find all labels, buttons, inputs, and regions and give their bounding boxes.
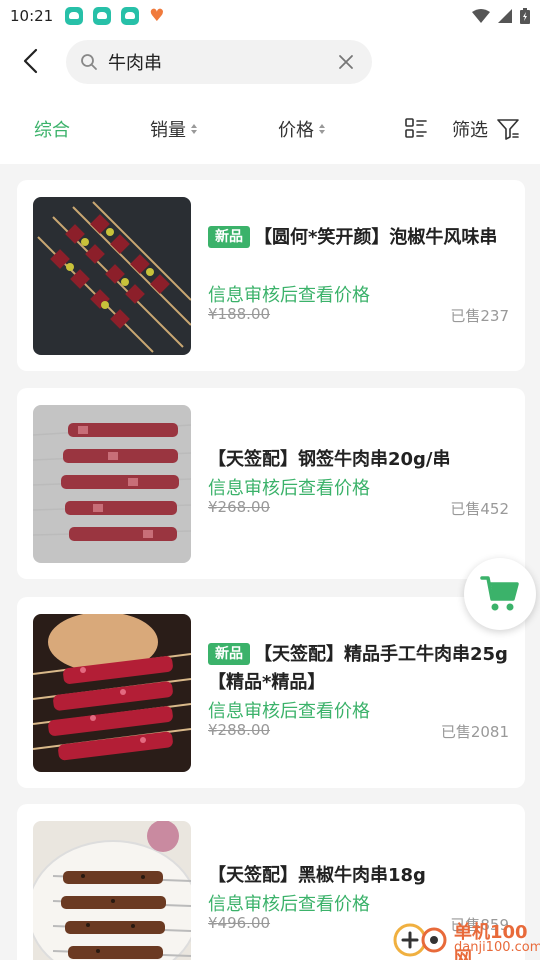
original-price: ¥268.00 — [208, 498, 271, 516]
filter-label: 筛选 — [452, 120, 488, 141]
signal-icon — [498, 9, 512, 23]
heart-icon: ♥ — [149, 6, 165, 26]
status-indicators — [472, 8, 530, 24]
cart-icon — [480, 576, 519, 611]
filter-bar: 综合 销量 价格 筛选 — [0, 94, 540, 164]
filter-button[interactable]: 筛选 — [452, 116, 520, 142]
app-icon — [65, 7, 84, 25]
list-layout-icon — [405, 118, 427, 138]
watermark-url: danji100.com — [454, 940, 540, 955]
wifi-icon — [472, 9, 490, 23]
watermark: 单机100网 danji100.com — [392, 914, 540, 960]
status-bar: 10:21 ♥ — [0, 0, 540, 32]
product-image — [33, 821, 191, 960]
new-badge: 新品 — [208, 643, 250, 665]
original-price: ¥288.00 — [208, 721, 271, 739]
price-note: 信息审核后查看价格 — [208, 701, 370, 722]
sold-count: 已售2081 — [440, 723, 509, 741]
product-card[interactable]: 新品 【天签配】精品手工牛肉串25g【精品*精品】 信息审核后查看价格 ¥288.… — [17, 597, 525, 788]
original-price: ¥496.00 — [208, 914, 271, 932]
price-note: 信息审核后查看价格 — [208, 285, 370, 306]
new-badge: 新品 — [208, 226, 250, 248]
product-title-text: 【天签配】钢签牛肉串20g/串 — [208, 449, 451, 470]
close-icon — [339, 55, 353, 69]
clear-search-button[interactable] — [334, 50, 358, 74]
filter-composite-label: 综合 — [34, 120, 70, 141]
back-button[interactable] — [14, 44, 46, 78]
product-image — [33, 197, 191, 355]
sort-arrows-icon — [319, 124, 325, 134]
search-icon — [80, 52, 100, 72]
battery-icon — [520, 8, 530, 24]
filter-price-label: 价格 — [278, 120, 314, 141]
sold-count: 已售237 — [450, 307, 509, 325]
product-title-text: 【天签配】精品手工牛肉串25g【精品*精品】 — [208, 644, 508, 693]
back-arrow-icon — [23, 48, 38, 74]
sort-arrows-icon — [191, 124, 197, 134]
filter-sales-tab[interactable]: 销量 — [150, 116, 197, 142]
product-card[interactable]: 【天签配】钢签牛肉串20g/串 信息审核后查看价格 ¥268.00 已售452 — [17, 388, 525, 579]
price-note: 信息审核后查看价格 — [208, 894, 370, 915]
product-image — [33, 614, 191, 772]
watermark-logo-icon — [393, 923, 447, 957]
app-icon — [121, 7, 140, 25]
product-image — [33, 405, 191, 563]
product-title: 新品 【圆何*笑开颜】泡椒牛风味串 — [208, 224, 508, 252]
status-time: 10:21 — [10, 7, 54, 25]
cart-button[interactable] — [464, 558, 536, 630]
sold-count: 已售452 — [450, 500, 509, 518]
funnel-icon — [497, 119, 519, 140]
filter-composite-tab[interactable]: 综合 — [34, 116, 70, 142]
filter-sales-label: 销量 — [150, 120, 186, 141]
product-title-text: 【圆何*笑开颜】泡椒牛风味串 — [254, 227, 498, 248]
product-title: 新品 【天签配】精品手工牛肉串25g【精品*精品】 — [208, 641, 508, 697]
product-card[interactable]: 新品 【圆何*笑开颜】泡椒牛风味串 信息审核后查看价格 ¥188.00 已售237 — [17, 180, 525, 371]
filter-price-tab[interactable]: 价格 — [278, 116, 325, 142]
product-title-text: 【天签配】黑椒牛肉串18g — [208, 865, 426, 886]
search-query: 牛肉串 — [108, 53, 162, 74]
app-icon — [93, 7, 112, 25]
product-title: 【天签配】钢签牛肉串20g/串 — [208, 446, 508, 474]
price-note: 信息审核后查看价格 — [208, 478, 370, 499]
search-input[interactable]: 牛肉串 — [66, 40, 372, 84]
product-title: 【天签配】黑椒牛肉串18g — [208, 862, 508, 890]
layout-toggle-button[interactable] — [404, 116, 430, 142]
original-price: ¥188.00 — [208, 305, 271, 323]
header: 牛肉串 — [0, 32, 540, 94]
